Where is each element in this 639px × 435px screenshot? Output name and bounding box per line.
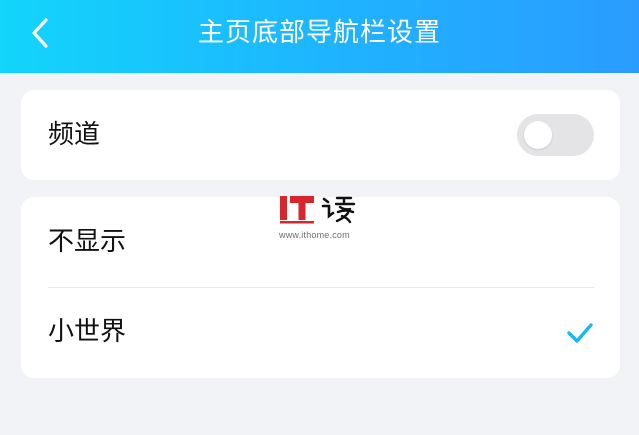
channel-label: 频道 — [48, 120, 101, 150]
toggle-knob — [524, 121, 552, 149]
ithome-logo — [280, 196, 356, 224]
watermark: www.ithome.com — [277, 194, 367, 244]
page-title: 主页底部导航栏设置 — [197, 18, 441, 48]
channel-toggle[interactable] — [517, 114, 594, 156]
header-bar: 主页底部导航栏设置 — [0, 0, 639, 73]
checkmark-icon — [567, 323, 593, 343]
screen: 主页底部导航栏设置 频道 不显示 小世界 www.ithome.com — [0, 0, 639, 435]
option-small-world[interactable]: 小世界 — [21, 288, 620, 378]
watermark-url: www.ithome.com — [279, 230, 350, 240]
option-hide-label: 不显示 — [48, 227, 127, 257]
channel-card: 频道 — [21, 90, 620, 180]
option-small-world-label: 小世界 — [48, 317, 127, 347]
